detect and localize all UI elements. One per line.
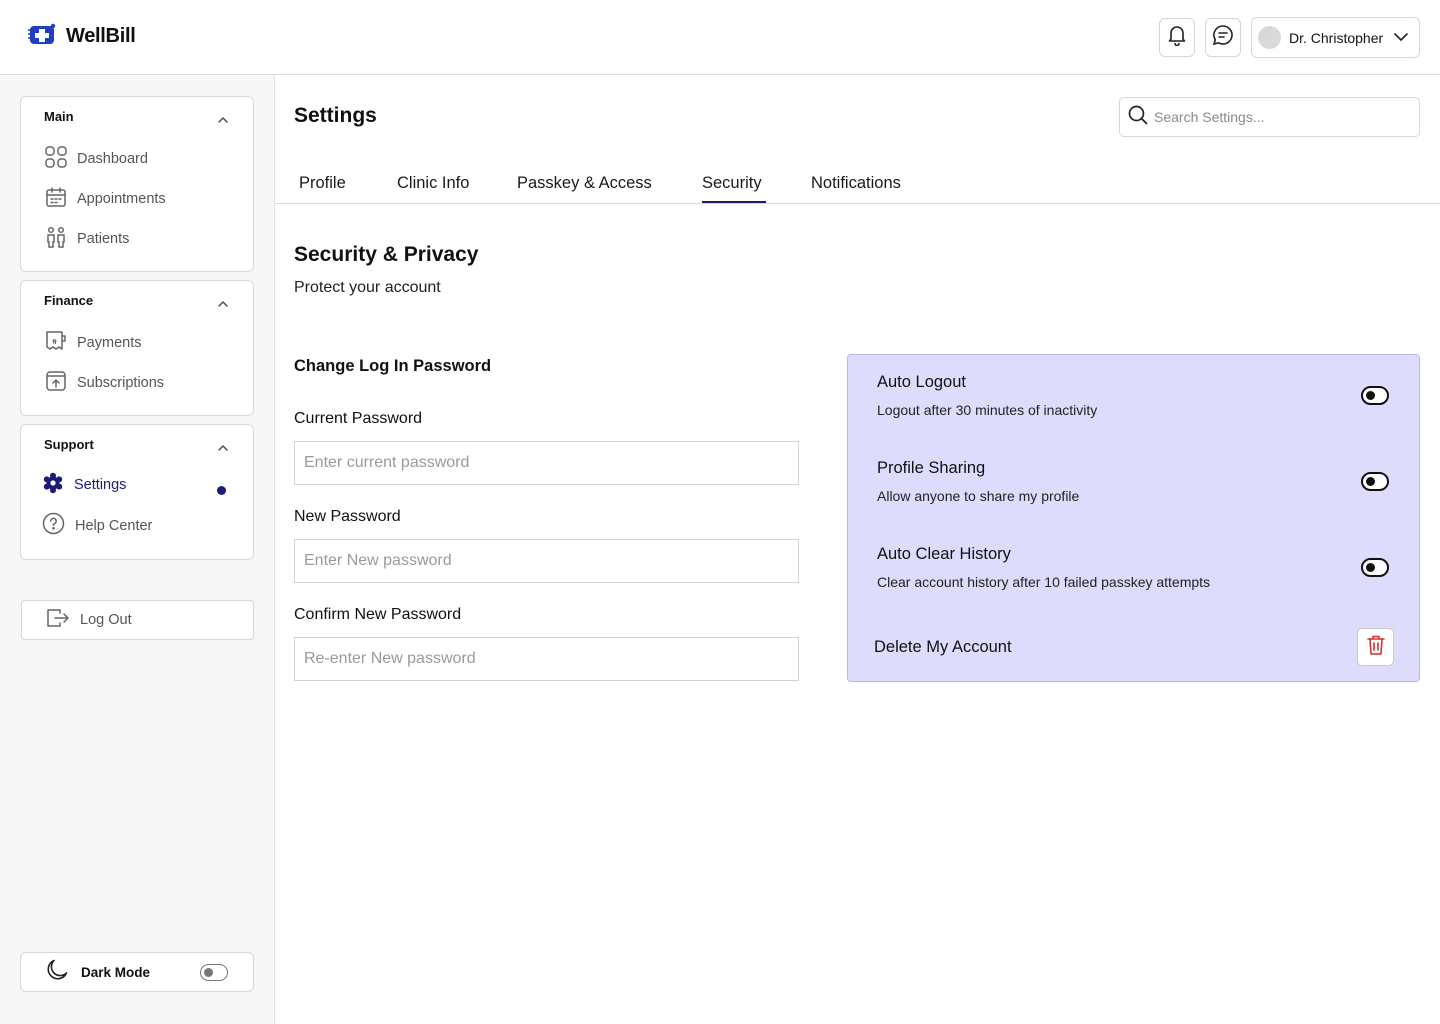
app-name: WellBill (66, 25, 136, 47)
profile-sharing-title: Profile Sharing (877, 459, 986, 477)
delete-account-label: Delete My Account (874, 638, 1012, 656)
new-password-label: New Password (294, 508, 401, 525)
subscriptions-icon (45, 370, 67, 396)
dark-mode-row: Dark Mode (20, 952, 254, 992)
avatar (1258, 26, 1281, 49)
svg-text:₦: ₦ (52, 338, 57, 346)
active-indicator (217, 486, 226, 495)
auto-clear-history-title: Auto Clear History (877, 545, 1011, 563)
notifications-button[interactable] (1159, 18, 1195, 57)
current-password-field (294, 441, 799, 485)
tab-profile[interactable]: Profile (299, 174, 346, 193)
dark-mode-label: Dark Mode (81, 964, 151, 980)
sidebar-item-subscriptions[interactable]: Subscriptions (45, 370, 164, 396)
nav-group-title: Finance (44, 293, 94, 308)
password-form-title: Change Log In Password (294, 357, 492, 375)
confirm-password-field (294, 637, 799, 681)
gear-icon (42, 472, 64, 498)
auto-clear-history-toggle[interactable] (1361, 558, 1389, 577)
sidebar-item-label: Subscriptions (77, 375, 165, 391)
confirm-password-input[interactable] (295, 638, 798, 680)
nav-group-title: Main (44, 109, 74, 124)
tab-notifications[interactable]: Notifications (811, 174, 901, 193)
profile-sharing-toggle[interactable] (1361, 472, 1389, 491)
section-subtitle: Protect your account (294, 279, 441, 296)
sidebar-item-dashboard[interactable]: Dashboard (45, 146, 148, 172)
sidebar-item-patients[interactable]: Patients (45, 226, 129, 252)
messages-button[interactable] (1205, 18, 1241, 57)
auto-logout-title: Auto Logout (877, 373, 966, 391)
dashboard-icon (45, 146, 67, 172)
sidebar: Main Dashboard Appointments Patients Fin… (0, 75, 275, 1024)
dark-mode-toggle[interactable] (200, 964, 228, 981)
app-logo[interactable]: WellBill (28, 22, 136, 51)
sidebar-item-label: Payments (77, 335, 142, 351)
chevron-up-icon[interactable] (217, 295, 229, 313)
new-password-input[interactable] (295, 540, 798, 582)
auto-clear-history-description: Clear account history after 10 failed pa… (877, 574, 1211, 590)
wellbill-logo-icon (28, 22, 58, 51)
auto-logout-description: Logout after 30 minutes of inactivity (877, 402, 1098, 418)
profile-sharing-description: Allow anyone to share my profile (877, 488, 1080, 504)
sidebar-item-payments[interactable]: ₦ Payments (45, 330, 141, 356)
moon-icon (45, 958, 69, 987)
tab-clinic-info[interactable]: Clinic Info (397, 174, 469, 193)
logout-button[interactable]: Log Out (21, 600, 254, 640)
search-icon (1128, 105, 1148, 130)
sidebar-item-settings[interactable]: Settings (42, 472, 126, 498)
page-title: Settings (294, 104, 377, 127)
chevron-up-icon[interactable] (217, 439, 229, 457)
sidebar-item-label: Patients (77, 231, 130, 247)
calendar-icon (45, 186, 67, 212)
tab-passkey-access[interactable]: Passkey & Access (517, 174, 652, 193)
nav-group-support: Support Settings Help Center (20, 424, 254, 560)
user-menu-button[interactable]: Dr. Christopher (1251, 17, 1420, 58)
search-settings (1119, 97, 1420, 137)
confirm-password-label: Confirm New Password (294, 606, 462, 623)
sidebar-item-label: Help Center (75, 517, 153, 534)
current-password-input[interactable] (295, 442, 798, 484)
nav-group-title: Support (44, 437, 94, 452)
new-password-field (294, 539, 799, 583)
delete-account-button[interactable] (1357, 628, 1394, 666)
sidebar-item-appointments[interactable]: Appointments (45, 186, 166, 212)
patients-icon (45, 226, 67, 252)
logout-label: Log Out (80, 612, 132, 628)
help-icon (42, 512, 65, 539)
top-bar: WellBill Dr. Christopher (0, 0, 1440, 75)
sidebar-item-label: Settings (74, 477, 127, 493)
search-input[interactable] (1154, 109, 1404, 125)
current-password-label: Current Password (294, 410, 423, 427)
sidebar-item-label: Dashboard (77, 151, 148, 167)
active-tab-indicator (702, 201, 766, 203)
security-options-panel: Auto Logout Logout after 30 minutes of i… (847, 354, 1420, 682)
tab-security[interactable]: Security (702, 174, 762, 193)
sidebar-item-help-center[interactable]: Help Center (42, 512, 152, 539)
nav-group-main: Main Dashboard Appointments Patients (20, 96, 254, 272)
nav-group-finance: Finance ₦ Payments Subscriptions (20, 280, 254, 416)
section-title: Security & Privacy (294, 243, 479, 266)
chevron-up-icon[interactable] (217, 111, 229, 129)
user-name: Dr. Christopher (1289, 29, 1384, 46)
settings-tabs: Profile Clinic Info Passkey & Access Sec… (275, 160, 1440, 204)
auto-logout-toggle[interactable] (1361, 386, 1389, 405)
trash-icon (1366, 634, 1386, 661)
bell-icon (1167, 24, 1187, 51)
sidebar-item-label: Appointments (77, 191, 166, 207)
logout-icon (46, 608, 70, 632)
chevron-down-icon (1393, 29, 1409, 47)
payments-icon: ₦ (45, 330, 67, 356)
chat-icon (1212, 24, 1234, 51)
